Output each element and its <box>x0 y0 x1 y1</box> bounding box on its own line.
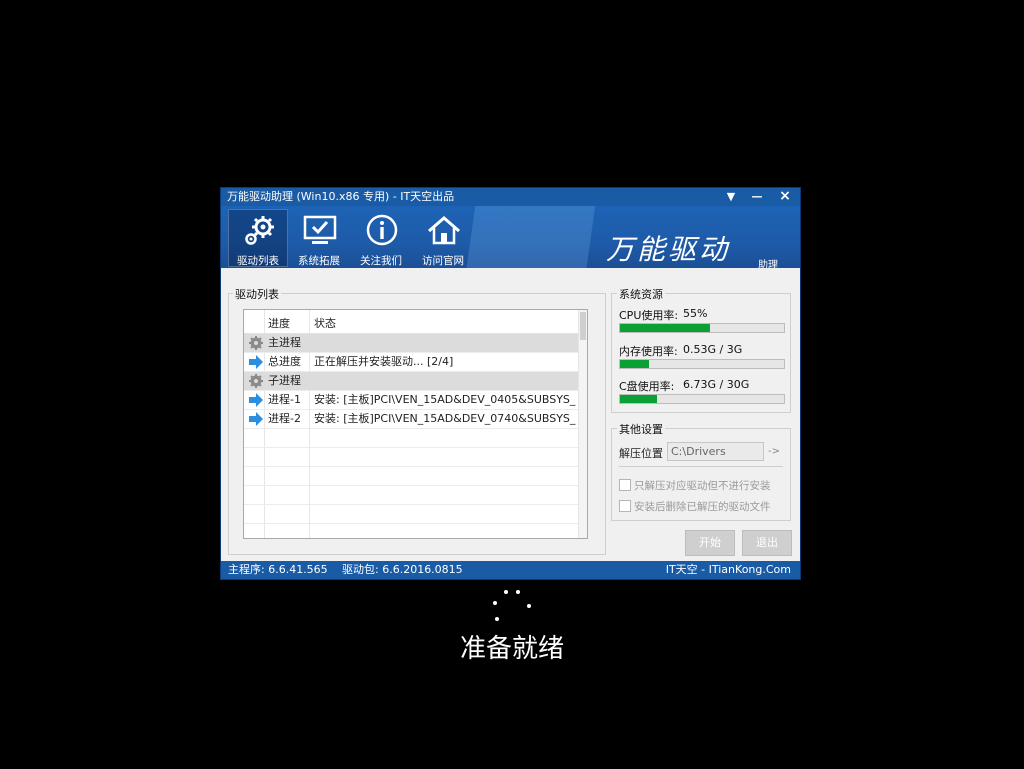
row-progress: 主进程 <box>268 336 301 349</box>
row-status: 安装: [主板]PCI\VEN_15AD&DEV_0405&SUBSYS_0..… <box>314 393 576 406</box>
site-link[interactable]: IT天空 - ITianKong.Com <box>666 561 791 579</box>
group-title: 系统资源 <box>617 286 665 302</box>
empty-row <box>244 448 578 467</box>
status-bar: 主程序: 6.6.41.565 驱动包: 6.6.2016.0815 IT天空 … <box>221 561 800 579</box>
nav-system-extend[interactable]: 系统拓展 <box>289 209 349 267</box>
app-window: 万能驱动助理 (Win10.x86 专用) - IT天空出品 ▼ — × 驱动列… <box>221 188 800 579</box>
extract-only-label: 只解压对应驱动但不进行安装 <box>634 480 771 492</box>
extract-path-label: 解压位置 <box>619 447 663 460</box>
table-row[interactable]: 主进程 <box>244 334 578 353</box>
nav-label: 关注我们 <box>360 255 402 267</box>
exit-button[interactable]: 退出 <box>742 530 792 556</box>
table-row[interactable]: 子进程 <box>244 372 578 391</box>
empty-row <box>244 467 578 486</box>
driver-list-table[interactable]: 进度 状态 主进程 总进度 正在解压并安装驱动... [2/4] 子进程 进程-… <box>243 309 588 539</box>
settings-divider <box>619 466 783 467</box>
table-row[interactable]: 总进度 正在解压并安装驱动... [2/4] <box>244 353 578 372</box>
minimize-button[interactable]: — <box>745 188 769 206</box>
home-icon <box>428 216 460 245</box>
monitor-check-icon <box>303 215 337 244</box>
table-row[interactable]: 进程-2 安装: [主板]PCI\VEN_15AD&DEV_0740&SUBSY… <box>244 410 578 429</box>
memory-value: 0.53G / 3G <box>683 343 743 356</box>
gear-icon <box>249 374 263 388</box>
brand-logo: 万能驱动 <box>606 233 731 266</box>
bar-fill <box>620 395 657 403</box>
nav-label: 系统拓展 <box>298 255 340 267</box>
bar-fill <box>620 324 711 332</box>
spinner-dot <box>527 604 531 608</box>
delete-after-install-checkbox[interactable] <box>619 500 631 512</box>
column-progress: 进度 <box>268 317 290 330</box>
memory-label: 内存使用率: <box>619 345 678 358</box>
nav-label: 访问官网 <box>422 255 464 267</box>
row-status: 正在解压并安装驱动... [2/4] <box>314 355 454 368</box>
gears-icon <box>245 216 274 245</box>
row-progress: 进程-2 <box>268 412 301 425</box>
nav-driver-list[interactable]: 驱动列表 <box>228 209 288 267</box>
spinner-dot <box>504 590 508 594</box>
close-button[interactable]: × <box>773 188 797 206</box>
header-toolbar: 驱动列表 系统拓展 关注我们 访问官网 万能驱动 助理 <box>221 206 800 268</box>
main-version: 主程序: 6.6.41.565 <box>228 563 328 576</box>
delete-after-install-label: 安装后删除已解压的驱动文件 <box>634 501 771 513</box>
title-bar: 万能驱动助理 (Win10.x86 专用) - IT天空出品 ▼ — × <box>221 188 800 206</box>
nav-follow-us[interactable]: 关注我们 <box>351 209 411 267</box>
scrollbar-thumb[interactable] <box>580 312 586 340</box>
empty-row <box>244 486 578 505</box>
spinner-dot <box>516 590 520 594</box>
group-title: 驱动列表 <box>233 286 281 302</box>
header-glow <box>463 206 599 268</box>
cpu-label: CPU使用率: <box>619 309 679 322</box>
disk-usage-bar <box>619 394 785 404</box>
empty-row <box>244 429 578 448</box>
empty-row <box>244 505 578 524</box>
start-button[interactable]: 开始 <box>685 530 735 556</box>
extract-path-input[interactable]: C:\Drivers <box>667 442 764 461</box>
row-progress: 总进度 <box>268 355 301 368</box>
row-progress: 进程-1 <box>268 393 301 406</box>
arrow-right-icon <box>249 355 263 369</box>
nav-visit-site[interactable]: 访问官网 <box>413 209 473 267</box>
column-status: 状态 <box>314 317 336 330</box>
disk-value: 6.73G / 30G <box>683 378 750 391</box>
list-scrollbar[interactable] <box>578 310 587 538</box>
row-status: 安装: [主板]PCI\VEN_15AD&DEV_0740&SUBSYS_0..… <box>314 412 576 425</box>
cpu-value: 55% <box>683 307 708 320</box>
bar-fill <box>620 360 650 368</box>
arrow-right-icon <box>249 393 263 407</box>
memory-usage-bar <box>619 359 785 369</box>
row-progress: 子进程 <box>268 374 301 387</box>
arrow-right-icon <box>249 412 263 426</box>
table-row[interactable]: 进程-1 安装: [主板]PCI\VEN_15AD&DEV_0405&SUBSY… <box>244 391 578 410</box>
driver-pack-version: 驱动包: 6.6.2016.0815 <box>342 563 463 576</box>
dropdown-icon[interactable]: ▼ <box>719 188 743 206</box>
extract-only-checkbox[interactable] <box>619 479 631 491</box>
spinner-dot <box>493 601 497 605</box>
browse-arrow[interactable]: -> <box>768 446 780 457</box>
spinner-dot <box>495 617 499 621</box>
table-header: 进度 状态 <box>244 310 578 334</box>
gear-icon <box>249 336 263 350</box>
nav-label: 驱动列表 <box>237 255 279 267</box>
status-text: 准备就绪 <box>459 634 564 664</box>
cpu-usage-bar <box>619 323 785 333</box>
disk-label: C盘使用率: <box>619 380 675 393</box>
window-title: 万能驱动助理 (Win10.x86 专用) - IT天空出品 <box>227 190 455 203</box>
group-title: 其他设置 <box>617 421 665 437</box>
info-icon <box>366 214 398 246</box>
brand-sub: 助理 <box>758 260 778 268</box>
